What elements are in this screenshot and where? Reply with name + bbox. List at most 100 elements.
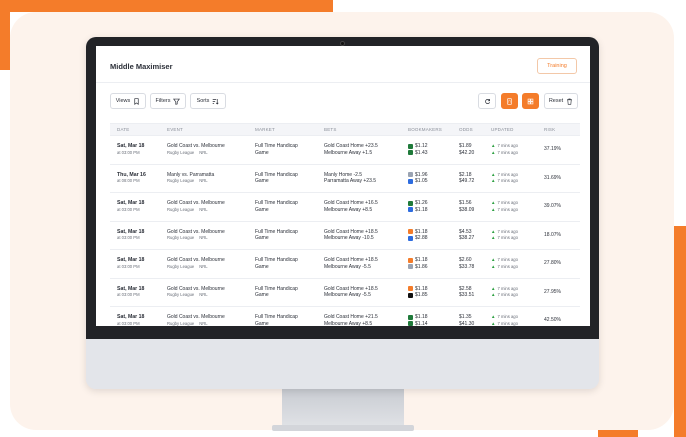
bookmark-icon	[134, 97, 139, 105]
grid-view-button[interactable]	[522, 93, 539, 109]
table-row[interactable]: Sat, Mar 18 at 03:00 PM Gold Coast vs. M…	[110, 250, 580, 279]
bets-cell: Gold Coast Home +21.5 Melbourne Away +8.…	[324, 314, 378, 326]
competition-text: NRL	[199, 320, 208, 326]
bookmaker-2[interactable]: $2.88	[408, 235, 428, 242]
event-meta: Rugby League NRL	[167, 207, 225, 214]
table-row[interactable]: Sat, Mar 18 at 03:00 PM Gold Coast vs. M…	[110, 279, 580, 307]
updated-text: 7 mins ago	[497, 263, 518, 269]
bookmaker-2[interactable]: $1.43	[408, 150, 428, 157]
league-text: Rugby League	[167, 263, 195, 269]
header-bookmakers[interactable]: BOOKMAKERS	[408, 127, 442, 132]
league-text: Rugby League	[167, 178, 195, 183]
header-odds[interactable]: ODDS	[459, 127, 473, 132]
event-meta: Rugby League NRL	[167, 178, 214, 185]
header-market[interactable]: MARKET	[255, 127, 275, 132]
views-button[interactable]: Views	[110, 93, 146, 109]
table-row[interactable]: Sat, Mar 18 at 03:00 PM Gold Coast vs. M…	[110, 136, 580, 165]
market-line2: Game	[255, 149, 269, 156]
reset-label: Reset	[548, 98, 564, 104]
date-text: Sat, Mar 18	[117, 200, 145, 206]
date-cell: Thu, Mar 16 at 08:00 PM	[117, 172, 146, 185]
time-text: at 03:00 PM	[117, 292, 140, 297]
bookmaker-price: $1.86	[415, 263, 428, 270]
market-cell: Full Time Handicap Game	[255, 172, 298, 185]
risk-cell: 42.50%	[544, 317, 561, 323]
table-row[interactable]: Thu, Mar 16 at 08:00 PM Manly vs. Parram…	[110, 165, 580, 193]
market-line1: Full Time Handicap	[255, 200, 298, 206]
table-header: DATE EVENT MARKET BETS BOOKMAKERS ODDS U…	[110, 123, 580, 136]
table-row[interactable]: Sat, Mar 18 at 03:00 PM Gold Coast vs. M…	[110, 193, 580, 222]
odds-2: $42.20	[459, 149, 475, 156]
views-label: Views	[115, 98, 131, 104]
date-cell: Sat, Mar 18 at 03:00 PM	[117, 200, 144, 213]
header-event[interactable]: EVENT	[167, 127, 183, 132]
refresh-button[interactable]	[478, 93, 496, 109]
date-cell: Sat, Mar 18 at 03:00 PM	[117, 229, 144, 242]
bookmaker-2[interactable]: $1.86	[408, 264, 428, 271]
table-row[interactable]: Sat, Mar 18 at 03:00 PM Gold Coast vs. M…	[110, 307, 580, 326]
filters-button[interactable]: Filters	[150, 93, 186, 109]
bookmaker-logo-icon	[408, 292, 413, 298]
updated-text: 7 mins ago	[497, 178, 518, 183]
bet-2: Melbourne Away -10.5	[324, 235, 374, 241]
bookmaker-2[interactable]: $1.05	[408, 178, 428, 185]
filter-icon	[173, 98, 181, 105]
bookmaker-2[interactable]: $1.14	[408, 321, 428, 326]
bet-2: Melbourne Away +8.5	[324, 320, 373, 327]
bets-cell: Gold Coast Home +18.5 Melbourne Away -10…	[324, 229, 378, 242]
bookmaker-logo-icon	[408, 257, 413, 263]
header-date[interactable]: DATE	[117, 127, 129, 132]
event-cell: Gold Coast vs. Melbourne Rugby League NR…	[167, 257, 225, 270]
odds-2: $49.72	[459, 178, 475, 184]
bookmaker-logo-icon	[408, 229, 413, 235]
competition-text: NRL	[199, 149, 208, 155]
reset-button[interactable]: Reset	[544, 93, 578, 109]
market-cell: Full Time Handicap Game	[255, 143, 298, 156]
calculator-button[interactable]	[501, 93, 518, 109]
market-line1: Full Time Handicap	[255, 314, 298, 320]
training-button[interactable]: Training	[537, 58, 577, 74]
risk-cell: 39.07%	[544, 203, 561, 209]
bookmaker-2[interactable]: $1.85	[408, 292, 428, 299]
page-title: Middle Maximiser	[110, 62, 173, 71]
bet-1: Gold Coast Home +16.5	[324, 200, 378, 206]
league-text: Rugby League	[167, 206, 195, 212]
market-line2: Game	[255, 235, 269, 241]
date-cell: Sat, Mar 18 at 03:00 PM	[117, 314, 144, 326]
bookmakers-cell: $1.26 $1.18	[408, 200, 428, 213]
arrow-up-icon: ▲	[491, 235, 496, 240]
bookmaker-logo-icon	[408, 143, 413, 149]
table-row[interactable]: Sat, Mar 18 at 03:00 PM Gold Coast vs. M…	[110, 222, 580, 250]
bet-2: Melbourne Away -5.5	[324, 292, 371, 298]
bookmaker-logo-icon	[408, 207, 413, 213]
updated-text: 7 mins ago	[497, 235, 518, 240]
odds-cell: $1.56 $38.09	[459, 200, 474, 213]
risk-cell: 18.07%	[544, 231, 561, 238]
market-line1: Full Time Handicap	[255, 257, 298, 263]
time-text: at 03:00 PM	[117, 263, 140, 269]
odds-cell: $1.35 $41.30	[459, 314, 474, 326]
time-text: at 03:00 PM	[117, 206, 140, 212]
updated-text: 7 mins ago	[497, 292, 518, 297]
filters-label: Filters	[155, 98, 171, 104]
risk-cell: 37.19%	[544, 146, 561, 152]
bookmaker-logo-icon	[408, 314, 413, 320]
bet-2: Melbourne Away -5.5	[324, 263, 371, 270]
bets-cell: Gold Coast Home +23.5 Melbourne Away +1.…	[324, 143, 378, 156]
bookmaker-price: $2.88	[415, 235, 428, 241]
bookmaker-2[interactable]: $1.18	[408, 207, 428, 214]
app-screen: Middle Maximiser Training Views Filters …	[96, 46, 590, 326]
bookmaker-logo-icon	[408, 235, 413, 241]
bookmaker-logo-icon	[408, 150, 413, 156]
updated-2: ▲ 7 mins ago	[491, 150, 518, 157]
app-header: Middle Maximiser Training	[96, 46, 590, 83]
header-risk[interactable]: RISK	[544, 127, 555, 132]
header-bets[interactable]: BETS	[324, 127, 337, 132]
event-cell: Gold Coast vs. Melbourne Rugby League NR…	[167, 200, 225, 213]
updated-cell: ▲ 7 mins ago ▲ 7 mins ago	[491, 143, 518, 156]
sorts-button[interactable]: Sorts	[190, 93, 226, 109]
sort-icon	[213, 98, 219, 104]
updated-2: ▲ 7 mins ago	[491, 292, 518, 299]
date-cell: Sat, Mar 18 at 03:00 PM	[117, 257, 144, 270]
header-updated[interactable]: UPDATED	[491, 127, 514, 132]
